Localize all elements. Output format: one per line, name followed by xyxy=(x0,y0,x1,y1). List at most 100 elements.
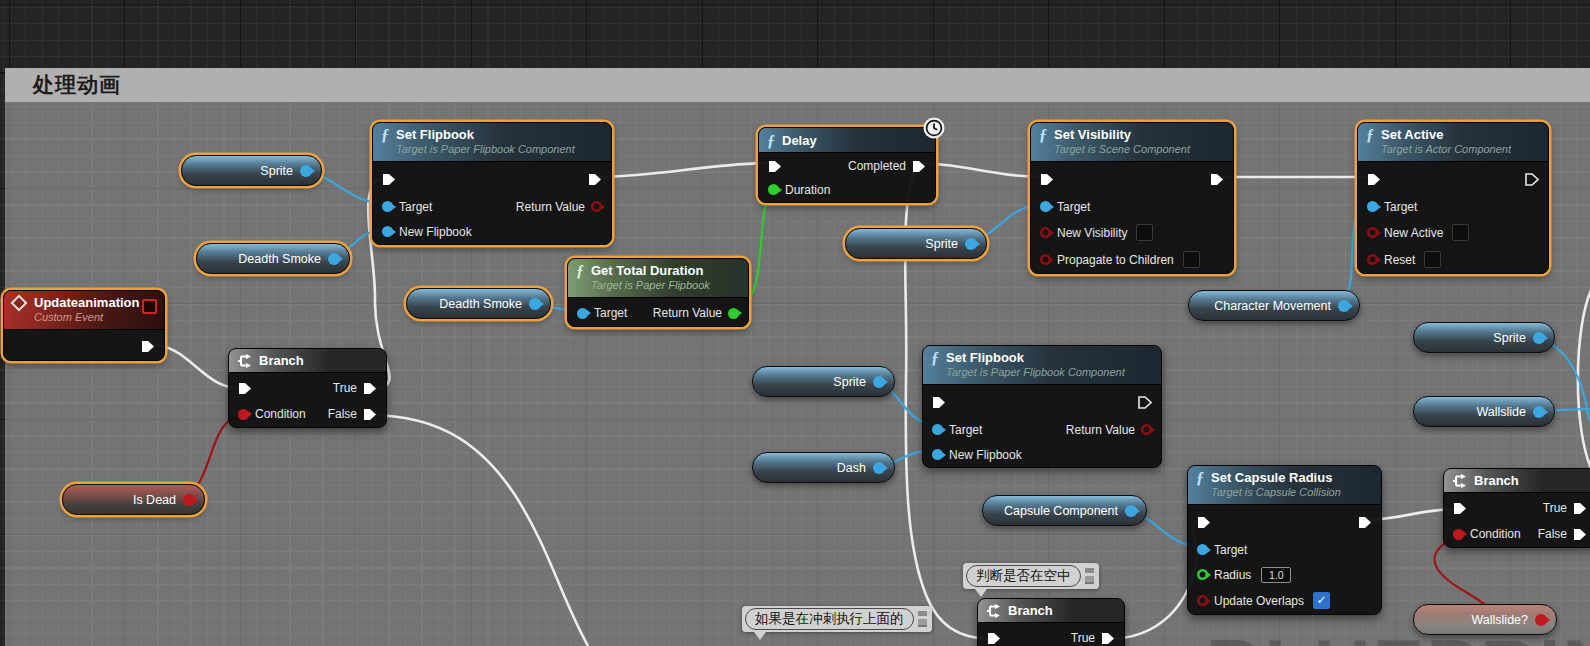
function-icon: ƒ xyxy=(576,262,584,279)
variable-pill-sprite-1[interactable]: Sprite xyxy=(181,155,322,186)
variable-pill-sprite-2[interactable]: Sprite xyxy=(845,228,987,259)
output-pin[interactable] xyxy=(183,494,195,506)
radius-input[interactable]: 1.0 xyxy=(1261,567,1291,583)
blueprint-canvas[interactable]: 处理动画 BLUEPRINT xyxy=(0,0,1590,646)
update-overlaps-pin[interactable] xyxy=(1197,595,1208,606)
duration-pin[interactable] xyxy=(768,184,779,195)
output-pin[interactable] xyxy=(873,376,885,388)
exec-out-pin[interactable] xyxy=(1138,396,1152,409)
node-title: Set Flipbook xyxy=(396,126,575,143)
bubble-pin-icon[interactable] xyxy=(918,611,929,627)
condition-pin[interactable] xyxy=(1453,529,1464,540)
function-icon: ƒ xyxy=(1366,126,1374,143)
target-pin[interactable] xyxy=(1040,201,1051,212)
variable-pill-deadth-smoke-1[interactable]: Deadth Smoke xyxy=(196,243,350,274)
delegate-pin[interactable] xyxy=(142,299,157,314)
exec-in-pin[interactable] xyxy=(382,173,396,186)
exec-false-pin[interactable] xyxy=(363,408,377,421)
branch-icon xyxy=(1452,474,1467,488)
exec-out-pin[interactable] xyxy=(588,173,602,186)
variable-pill-sprite-3[interactable]: Sprite xyxy=(1413,322,1555,353)
node-title: Get Total Duration xyxy=(591,262,710,279)
output-pin[interactable] xyxy=(1125,505,1137,517)
node-set-capsule-radius[interactable]: ƒSet Capsule RadiusTarget is Capsule Col… xyxy=(1187,465,1382,615)
exec-in-pin[interactable] xyxy=(1453,502,1467,515)
bubble-pin-icon[interactable] xyxy=(1085,568,1096,584)
variable-pill-character-movement[interactable]: Character Movement xyxy=(1188,290,1360,321)
variable-pill-deadth-smoke-2[interactable]: Deadth Smoke xyxy=(406,288,551,319)
target-pin[interactable] xyxy=(932,424,943,435)
exec-in-pin[interactable] xyxy=(1367,173,1381,186)
exec-in-pin[interactable] xyxy=(1040,173,1054,186)
node-set-active[interactable]: ƒSet ActiveTarget is Actor Component Tar… xyxy=(1357,122,1549,274)
variable-pill-wallslide[interactable]: Wallslide xyxy=(1413,396,1555,427)
node-branch-1[interactable]: Branch True ConditionFalse xyxy=(228,348,387,428)
variable-pill-capsule-component[interactable]: Capsule Component xyxy=(982,495,1147,526)
reset-pin[interactable] xyxy=(1367,254,1378,265)
exec-false-pin[interactable] xyxy=(1573,528,1587,541)
radius-pin[interactable] xyxy=(1197,569,1208,580)
variable-pill-sprite-4[interactable]: Sprite xyxy=(752,366,895,397)
new-active-checkbox[interactable] xyxy=(1452,224,1469,241)
return-value-pin[interactable] xyxy=(728,308,739,319)
function-icon: ƒ xyxy=(1039,126,1047,143)
exec-out-pin[interactable] xyxy=(1525,173,1539,186)
output-pin[interactable] xyxy=(1338,300,1350,312)
exec-in-pin[interactable] xyxy=(238,382,252,395)
return-value-pin[interactable] xyxy=(591,201,602,212)
exec-true-pin[interactable] xyxy=(1573,502,1587,515)
node-set-flipbook-2[interactable]: ƒSet FlipbookTarget is Paper Flipbook Co… xyxy=(922,345,1162,468)
branch-icon xyxy=(986,604,1001,618)
exec-in-pin[interactable] xyxy=(987,632,1001,645)
node-title: Delay xyxy=(782,132,817,149)
return-value-pin[interactable] xyxy=(1141,424,1152,435)
output-pin[interactable] xyxy=(1533,406,1545,418)
exec-in-pin[interactable] xyxy=(768,160,782,173)
exec-out-pin[interactable] xyxy=(1358,516,1372,529)
comment-title: 处理动画 xyxy=(33,71,121,99)
exec-in-pin[interactable] xyxy=(932,396,946,409)
exec-true-pin[interactable] xyxy=(1101,632,1115,645)
output-pin[interactable] xyxy=(328,253,340,265)
node-title: Branch xyxy=(1474,472,1519,489)
target-pin[interactable] xyxy=(1197,544,1208,555)
node-get-total-duration[interactable]: ƒGet Total DurationTarget is Paper Flipb… xyxy=(567,258,749,327)
node-updateanimation[interactable]: UpdateanimationCustom Event xyxy=(3,290,165,361)
new-visibility-checkbox[interactable] xyxy=(1136,224,1153,241)
bubble-pointer xyxy=(754,632,766,640)
exec-in-pin[interactable] xyxy=(1197,516,1211,529)
variable-pill-is-dead[interactable]: Is Dead xyxy=(62,484,205,515)
output-pin[interactable] xyxy=(529,298,541,310)
exec-completed-pin[interactable] xyxy=(912,160,926,173)
target-pin[interactable] xyxy=(577,308,588,319)
output-pin[interactable] xyxy=(300,165,312,177)
node-branch-2[interactable]: Branch True ConditionFalse xyxy=(1443,468,1590,548)
comment-bubble-dash-note[interactable]: 如果是在冲刺执行上面的 xyxy=(742,606,932,632)
propagate-pin[interactable] xyxy=(1040,254,1051,265)
comment-bubble-air-check[interactable]: 判断是否在空中 xyxy=(963,563,1099,589)
exec-out-pin[interactable] xyxy=(141,340,155,353)
variable-pill-dash[interactable]: Dash xyxy=(752,452,895,483)
new-flipbook-pin[interactable] xyxy=(382,226,393,237)
node-delay[interactable]: ƒDelay Completed Duration xyxy=(758,127,936,203)
target-pin[interactable] xyxy=(1367,201,1378,212)
target-pin[interactable] xyxy=(382,201,393,212)
output-pin[interactable] xyxy=(873,462,885,474)
comment-header[interactable]: 处理动画 xyxy=(5,68,1590,102)
node-set-visibility[interactable]: ƒSet VisibilityTarget is Scene Component… xyxy=(1030,122,1234,274)
new-visibility-pin[interactable] xyxy=(1040,227,1051,238)
output-pin[interactable] xyxy=(1533,332,1545,344)
exec-true-pin[interactable] xyxy=(363,382,377,395)
reset-checkbox[interactable] xyxy=(1424,251,1441,268)
node-branch-3[interactable]: Branch True ConditionFalse xyxy=(977,598,1125,646)
exec-out-pin[interactable] xyxy=(1210,173,1224,186)
output-pin[interactable] xyxy=(965,238,977,250)
output-pin[interactable] xyxy=(1535,614,1547,626)
propagate-checkbox[interactable] xyxy=(1183,251,1200,268)
update-overlaps-checkbox[interactable]: ✓ xyxy=(1313,592,1330,609)
new-flipbook-pin[interactable] xyxy=(932,449,943,460)
node-set-flipbook-1[interactable]: ƒSet FlipbookTarget is Paper Flipbook Co… xyxy=(372,122,612,245)
variable-pill-wallslide-q[interactable]: Wallslide? xyxy=(1413,604,1557,635)
condition-pin[interactable] xyxy=(238,409,249,420)
new-active-pin[interactable] xyxy=(1367,227,1378,238)
